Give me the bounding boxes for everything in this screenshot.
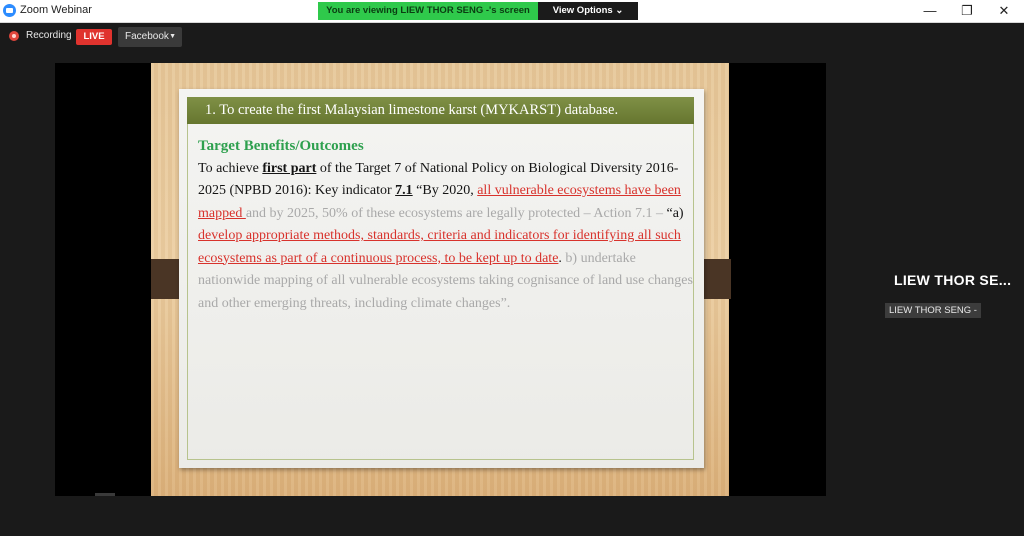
zoom-logo-icon: [3, 4, 16, 17]
participant-label: LIEW THOR SENG -: [885, 303, 981, 318]
slide-paragraph: To achieve first part of the Target 7 of…: [198, 158, 693, 316]
live-badge[interactable]: LIVE: [76, 29, 112, 45]
slide-header: 1. To create the first Malaysian limesto…: [187, 97, 694, 124]
participant-tile-name[interactable]: LIEW THOR SE...: [894, 272, 1024, 288]
text-run-bold: 7.1: [395, 183, 413, 198]
text-run: “a): [666, 205, 684, 221]
slide-paper: 1. To create the first Malaysian limesto…: [179, 89, 704, 468]
recording-label: Recording: [26, 30, 72, 41]
viewing-banner: You are viewing LIEW THOR SENG -'s scree…: [318, 2, 538, 20]
shared-screen: 1. To create the first Malaysian limesto…: [55, 63, 826, 496]
text-run-grey: and by 2025, 50% of these ecosystems are…: [245, 205, 667, 221]
slide-body: Target Benefits/Outcomes To achieve firs…: [198, 135, 693, 315]
facebook-dropdown[interactable]: Facebook ▼: [118, 27, 182, 47]
text-run: To achieve: [198, 160, 263, 176]
view-options-button[interactable]: View Options ⌄: [538, 2, 638, 20]
restore-icon[interactable]: ❐: [948, 0, 986, 22]
text-run-bold: first part: [262, 160, 317, 176]
screen-nub: [95, 493, 115, 496]
caret-down-icon: ▼: [169, 33, 176, 40]
close-icon[interactable]: ✕: [985, 0, 1023, 22]
window-title: Zoom Webinar: [20, 4, 92, 16]
benefits-title: Target Benefits/Outcomes: [198, 138, 364, 154]
minimize-icon[interactable]: —: [911, 0, 949, 22]
text-run: “By 2020,: [412, 183, 478, 198]
recording-icon: [9, 31, 19, 41]
title-bar: Zoom Webinar You are viewing LIEW THOR S…: [0, 0, 1024, 23]
